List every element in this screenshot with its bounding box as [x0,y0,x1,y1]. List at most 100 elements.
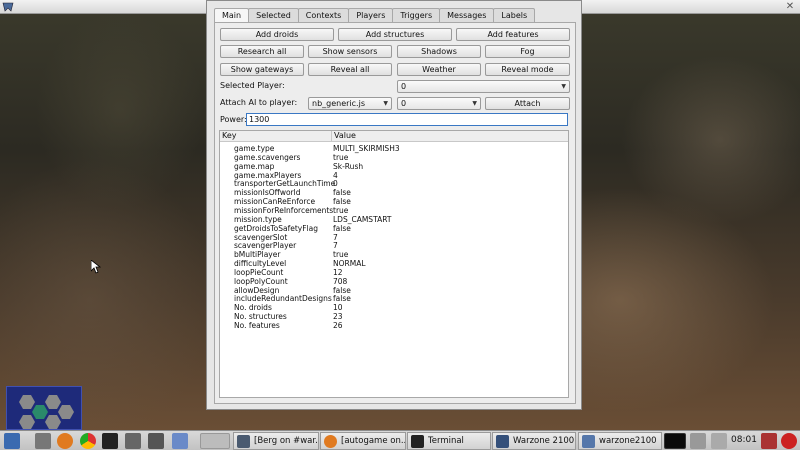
firefox-icon[interactable] [57,433,73,449]
window-switcher-icon[interactable] [172,433,188,449]
table-row[interactable]: missionCanReEnforce false [220,197,568,206]
reveal-all-button[interactable]: Reveal all [308,63,392,76]
table-row[interactable]: game.type MULTI_SKIRMISH3 [220,144,568,153]
power-input[interactable]: 1300 [246,113,568,126]
task-label: [autogame on... [341,436,406,446]
table-row[interactable]: scavengerSlot 7 [220,233,568,242]
add-features-button[interactable]: Add features [456,28,570,41]
workspace-icon[interactable] [200,433,230,449]
table-row[interactable]: includeRedundantDesigns false [220,294,568,303]
research-all-button[interactable]: Research all [220,45,304,58]
table-row[interactable]: No. droids 10 [220,303,568,312]
table-row[interactable]: game.map Sk-Rush [220,162,568,171]
table-row[interactable]: getDroidsToSafetyFlag false [220,224,568,233]
show-gateways-button[interactable]: Show gateways [220,63,304,76]
research-icon[interactable] [32,405,48,419]
tab-bar: Main Selected Contexts Players Triggers … [214,8,536,24]
table-row[interactable]: missionForReInforcements true [220,206,568,215]
table-row[interactable]: No. structures 23 [220,312,568,321]
notes-icon[interactable] [711,433,727,449]
table-row[interactable]: loopPolyCount 708 [220,277,568,286]
task-browser[interactable]: [autogame on... [320,432,406,450]
monitor-icon[interactable] [125,433,141,449]
tab-messages[interactable]: Messages [439,8,495,23]
shadows-button[interactable]: Shadows [397,45,481,58]
add-structures-button[interactable]: Add structures [338,28,452,41]
selected-player-value: 0 [401,82,407,91]
drive-icon[interactable] [148,433,164,449]
task-warzone[interactable]: Warzone 2100 [492,432,576,450]
column-header-value[interactable]: Value [331,131,356,142]
tab-players[interactable]: Players [348,8,394,23]
row-value: MULTI_SKIRMISH3 [333,144,400,153]
tab-triggers[interactable]: Triggers [392,8,441,23]
table-row[interactable]: missionIsOffworld false [220,188,568,197]
debug-dialog: Main Selected Contexts Players Triggers … [206,0,582,410]
row-value: false [333,294,351,304]
tab-selected[interactable]: Selected [248,8,299,23]
row-value: false [333,188,351,198]
hex-slot[interactable] [45,395,61,409]
hex-slot[interactable] [45,415,61,429]
table-row[interactable]: allowDesign false [220,286,568,295]
warzone-icon [496,435,509,448]
lock-icon[interactable] [761,433,777,449]
attach-button[interactable]: Attach [485,97,570,110]
weather-button[interactable]: Weather [397,63,481,76]
table-row[interactable]: transporterGetLaunchTime 0 [220,179,568,188]
row-value: 23 [333,312,343,322]
file-manager-icon[interactable] [35,433,51,449]
row-value: 0 [333,179,338,189]
firefox-icon [324,435,337,448]
terminal-icon[interactable] [102,433,118,449]
table-row[interactable]: bMultiPlayer true [220,250,568,259]
table-row[interactable]: game.maxPlayers 4 [220,171,568,180]
tab-labels[interactable]: Labels [493,8,536,23]
row-key: missionCanReEnforce [234,197,316,207]
column-header-key[interactable]: Key [220,131,237,142]
ai-player-combo[interactable]: 0 ▼ [397,97,481,110]
fog-button[interactable]: Fog [485,45,570,58]
ai-script-combo[interactable]: nb_generic.js ▼ [308,97,392,110]
table-row[interactable]: game.scavengers true [220,153,568,162]
task-label: Terminal [428,436,464,446]
row-value: false [333,197,351,207]
close-icon[interactable]: ✕ [784,1,796,13]
table-row[interactable]: scavengerPlayer 7 [220,241,568,250]
row-value: true [333,250,349,260]
chrome-icon[interactable] [80,433,96,449]
attach-ai-label: Attach AI to player: [220,98,298,107]
selected-player-label: Selected Player: [220,81,285,90]
row-key: game.scavengers [234,152,301,162]
show-sensors-button[interactable]: Show sensors [308,45,392,58]
table-row[interactable]: loopPieCount 12 [220,268,568,277]
table-row[interactable]: difficultyLevel NORMAL [220,259,568,268]
chat-icon [237,435,250,448]
clock: 08:01 [731,435,757,445]
reveal-mode-button[interactable]: Reveal mode [485,63,570,76]
task-irc[interactable]: [Berg on #war... [233,432,319,450]
hex-slot[interactable] [19,395,35,409]
hex-slot[interactable] [58,405,74,419]
add-droids-button[interactable]: Add droids [220,28,334,41]
task-warzone-window[interactable]: warzone2100 [578,432,662,450]
power-icon[interactable] [781,433,797,449]
row-key: loopPolyCount [234,276,288,286]
build-menu-panel[interactable] [6,386,82,430]
volume-icon[interactable] [690,433,706,449]
table-row[interactable]: mission.type LDS_CAMSTART [220,215,568,224]
start-menu-icon[interactable] [4,433,20,449]
selected-player-combo[interactable]: 0 ▼ [397,80,570,93]
hex-slot[interactable] [19,415,35,429]
game-state-table[interactable]: Key Value game.type MULTI_SKIRMISH3 game.s… [219,130,569,398]
row-value: false [333,285,351,295]
table-row[interactable]: No. features 26 [220,321,568,330]
cpu-monitor-icon [664,433,686,449]
row-value: false [333,223,351,233]
row-value: 26 [333,321,343,330]
tab-contexts[interactable]: Contexts [297,8,350,23]
warzone-logo-icon [2,2,14,12]
task-terminal[interactable]: Terminal [407,432,491,450]
row-key: missionIsOffworld [234,188,301,198]
row-key: mission.type [234,214,282,224]
